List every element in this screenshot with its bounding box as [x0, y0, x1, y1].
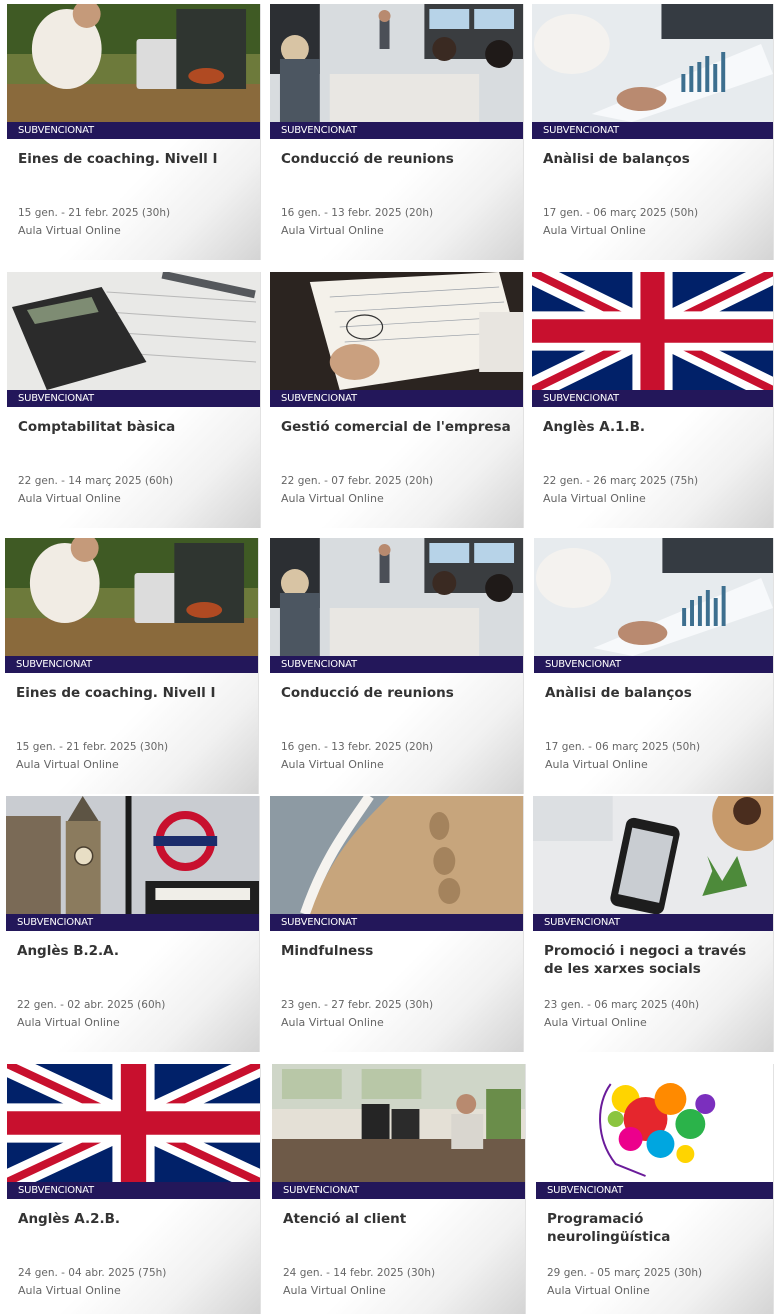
uk-flag-image[interactable]	[532, 272, 773, 390]
course-card[interactable]: SUBVENCIONAT Atenció al client 24 gen. -…	[272, 1064, 526, 1314]
course-card[interactable]: SUBVENCIONAT Anglès B.2.A. 22 gen. - 02 …	[6, 796, 260, 1052]
course-title[interactable]: Eines de coaching. Nivell I	[18, 150, 256, 168]
course-location: Aula Virtual Online	[16, 758, 119, 771]
course-card[interactable]: SUBVENCIONAT Conducció de reunions 16 ge…	[270, 538, 524, 794]
course-image-notebook[interactable]	[270, 272, 523, 390]
course-image-london[interactable]	[6, 796, 259, 914]
subvencionat-badge: SUBVENCIONAT	[532, 390, 773, 407]
course-image-meeting[interactable]	[270, 538, 523, 656]
course-location: Aula Virtual Online	[281, 1016, 384, 1029]
course-title[interactable]: Programació neurolingüística	[547, 1210, 769, 1246]
course-dates: 23 gen. - 27 febr. 2025 (30h)	[281, 999, 434, 1011]
course-card[interactable]: SUBVENCIONAT Promoció i negoci a través …	[533, 796, 774, 1052]
subvencionat-badge: SUBVENCIONAT	[532, 122, 773, 139]
course-location: Aula Virtual Online	[281, 758, 384, 771]
course-card[interactable]: SUBVENCIONAT Programació neurolingüístic…	[536, 1064, 774, 1314]
course-card[interactable]: SUBVENCIONAT Comptabilitat bàsica 22 gen…	[7, 272, 261, 528]
course-title[interactable]: Gestió comercial de l'empresa	[281, 418, 519, 436]
course-dates: 16 gen. - 13 febr. 2025 (20h)	[281, 741, 434, 753]
subvencionat-badge: SUBVENCIONAT	[270, 122, 523, 139]
subvencionat-badge: SUBVENCIONAT	[533, 914, 773, 931]
course-location: Aula Virtual Online	[544, 1016, 647, 1029]
course-card[interactable]: SUBVENCIONAT Eines de coaching. Nivell I…	[5, 538, 259, 794]
course-card[interactable]: SUBVENCIONAT Conducció de reunions 16 ge…	[270, 4, 524, 260]
course-title[interactable]: Conducció de reunions	[281, 150, 519, 168]
course-location: Aula Virtual Online	[281, 224, 384, 237]
course-title[interactable]: Promoció i negoci a través de les xarxes…	[544, 942, 769, 978]
course-title[interactable]: Mindfulness	[281, 942, 519, 960]
course-dates: 15 gen. - 21 febr. 2025 (30h)	[16, 741, 169, 753]
course-image-phone[interactable]	[533, 796, 773, 914]
course-title[interactable]: Anàlisi de balanços	[545, 684, 769, 702]
course-dates: 22 gen. - 26 març 2025 (75h)	[543, 475, 699, 487]
course-location: Aula Virtual Online	[18, 492, 121, 505]
course-location: Aula Virtual Online	[17, 1016, 120, 1029]
course-location: Aula Virtual Online	[283, 1284, 386, 1297]
course-image-calculator[interactable]	[7, 272, 260, 390]
course-location: Aula Virtual Online	[18, 1284, 121, 1297]
course-grid: SUBVENCIONAT Eines de coaching. Nivell I…	[0, 0, 774, 1314]
course-title[interactable]: Anglès A.1.B.	[543, 418, 769, 436]
course-dates: 22 gen. - 02 abr. 2025 (60h)	[17, 999, 166, 1011]
subvencionat-badge: SUBVENCIONAT	[536, 1182, 773, 1199]
course-card[interactable]: SUBVENCIONAT Anglès A.2.B. 24 gen. - 04 …	[7, 1064, 261, 1314]
course-card[interactable]: SUBVENCIONAT Anàlisi de balanços 17 gen.…	[532, 4, 774, 260]
course-image-coaching[interactable]	[5, 538, 258, 656]
subvencionat-badge: SUBVENCIONAT	[7, 390, 260, 407]
subvencionat-badge: SUBVENCIONAT	[270, 390, 523, 407]
course-location: Aula Virtual Online	[281, 492, 384, 505]
course-title[interactable]: Anàlisi de balanços	[543, 150, 769, 168]
course-dates: 22 gen. - 14 març 2025 (60h)	[18, 475, 174, 487]
subvencionat-badge: SUBVENCIONAT	[5, 656, 258, 673]
course-dates: 22 gen. - 07 febr. 2025 (20h)	[281, 475, 434, 487]
subvencionat-badge: SUBVENCIONAT	[272, 1182, 525, 1199]
course-location: Aula Virtual Online	[543, 224, 646, 237]
course-title[interactable]: Comptabilitat bàsica	[18, 418, 256, 436]
course-location: Aula Virtual Online	[543, 492, 646, 505]
course-image-coaching[interactable]	[7, 4, 260, 122]
course-card[interactable]: SUBVENCIONAT Anàlisi de balanços 17 gen.…	[534, 538, 774, 794]
subvencionat-badge: SUBVENCIONAT	[270, 656, 523, 673]
course-location: Aula Virtual Online	[545, 758, 648, 771]
course-image-charts[interactable]	[532, 4, 773, 122]
course-dates: 29 gen. - 05 març 2025 (30h)	[547, 1267, 703, 1279]
course-dates: 16 gen. - 13 febr. 2025 (20h)	[281, 207, 434, 219]
course-image-colorful-head[interactable]	[536, 1064, 773, 1182]
course-title[interactable]: Anglès B.2.A.	[17, 942, 255, 960]
course-image-meeting[interactable]	[270, 4, 523, 122]
course-title[interactable]: Atenció al client	[283, 1210, 521, 1228]
course-card[interactable]: SUBVENCIONAT Anglès A.1.B. 22 gen. - 26 …	[532, 272, 774, 528]
uk-flag-image[interactable]	[7, 1064, 260, 1182]
course-dates: 15 gen. - 21 febr. 2025 (30h)	[18, 207, 171, 219]
course-card[interactable]: SUBVENCIONAT Mindfulness 23 gen. - 27 fe…	[270, 796, 524, 1052]
course-title[interactable]: Eines de coaching. Nivell I	[16, 684, 254, 702]
course-card[interactable]: SUBVENCIONAT Eines de coaching. Nivell I…	[7, 4, 261, 260]
course-location: Aula Virtual Online	[18, 224, 121, 237]
course-image-beach[interactable]	[270, 796, 523, 914]
course-title[interactable]: Anglès A.2.B.	[18, 1210, 256, 1228]
course-dates: 17 gen. - 06 març 2025 (50h)	[543, 207, 699, 219]
subvencionat-badge: SUBVENCIONAT	[7, 1182, 260, 1199]
course-card[interactable]: SUBVENCIONAT Gestió comercial de l'empre…	[270, 272, 524, 528]
course-dates: 17 gen. - 06 març 2025 (50h)	[545, 741, 701, 753]
subvencionat-badge: SUBVENCIONAT	[534, 656, 773, 673]
course-title[interactable]: Conducció de reunions	[281, 684, 519, 702]
course-dates: 23 gen. - 06 març 2025 (40h)	[544, 999, 700, 1011]
course-dates: 24 gen. - 04 abr. 2025 (75h)	[18, 1267, 167, 1279]
subvencionat-badge: SUBVENCIONAT	[270, 914, 523, 931]
course-location: Aula Virtual Online	[547, 1284, 650, 1297]
course-dates: 24 gen. - 14 febr. 2025 (30h)	[283, 1267, 436, 1279]
subvencionat-badge: SUBVENCIONAT	[6, 914, 259, 931]
course-image-callcenter[interactable]	[272, 1064, 525, 1182]
course-image-charts[interactable]	[534, 538, 773, 656]
subvencionat-badge: SUBVENCIONAT	[7, 122, 260, 139]
